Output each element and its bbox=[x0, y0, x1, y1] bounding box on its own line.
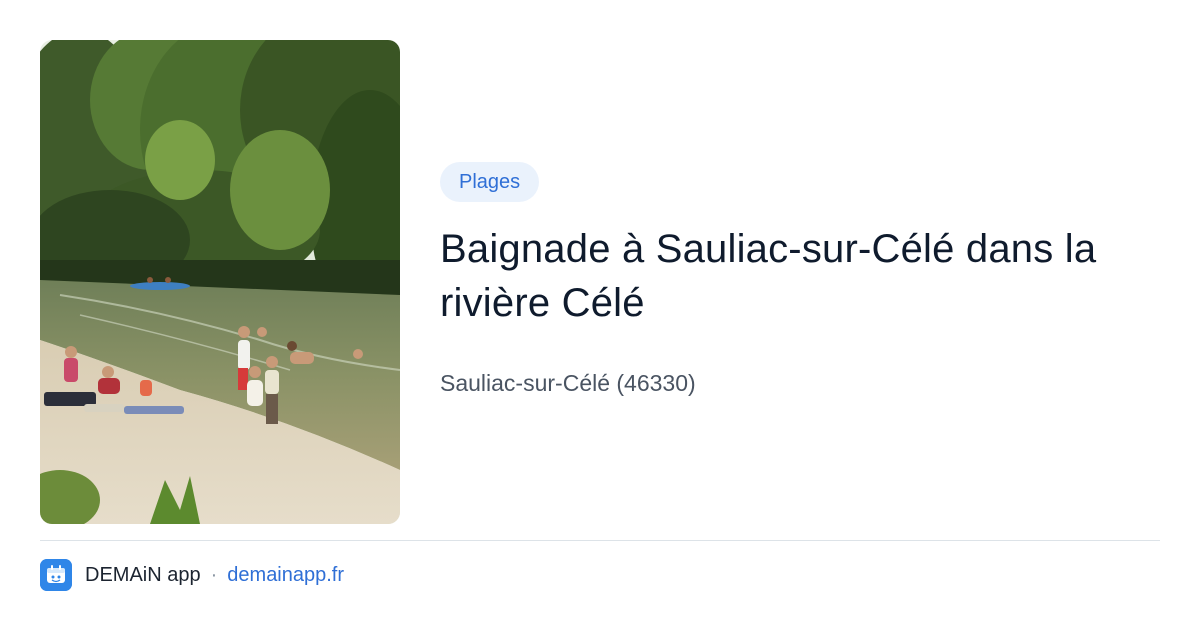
category-tag[interactable]: Plages bbox=[440, 162, 540, 202]
domain-link[interactable]: demainapp.fr bbox=[227, 564, 344, 587]
page-title: Baignade à Sauliac-sur-Célé dans la rivi… bbox=[440, 227, 1097, 325]
separator-dot: · bbox=[210, 563, 218, 586]
share-card: Plages Baignade à Sauliac-sur-Célé dans … bbox=[0, 0, 1200, 630]
footer: DEMAiN app · demainapp.fr bbox=[40, 558, 344, 592]
app-name: DEMAiN app bbox=[85, 563, 201, 586]
location-text: Sauliac-sur-Célé (46330) bbox=[440, 370, 696, 396]
river-beach-photo-illustration bbox=[40, 40, 400, 524]
card-content: Plages Baignade à Sauliac-sur-Célé dans … bbox=[440, 162, 1160, 398]
demain-app-icon bbox=[40, 559, 72, 591]
river-beach-photo bbox=[40, 40, 400, 524]
divider bbox=[40, 540, 1160, 541]
